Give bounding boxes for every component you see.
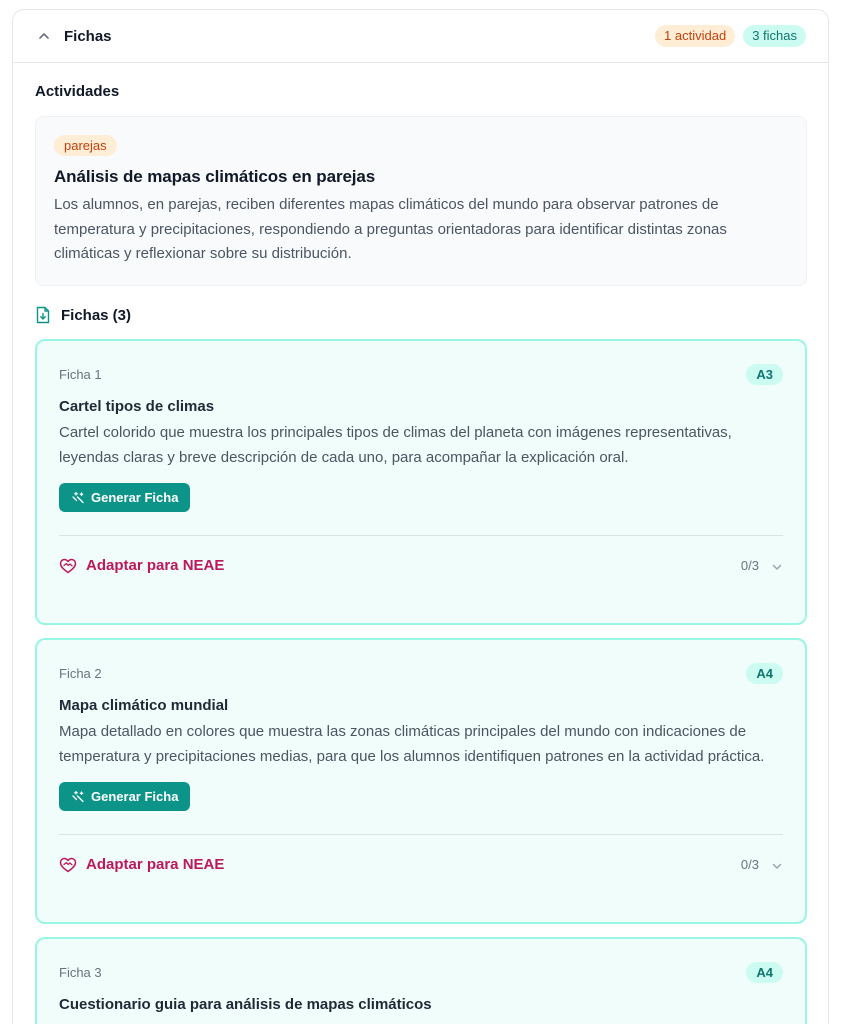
panel-header[interactable]: Fichas 1 actividad 3 fichas (13, 10, 828, 63)
fichas-heading-label: Fichas (3) (61, 306, 132, 324)
ficha-description: Cartel colorido que muestra los principa… (59, 424, 732, 466)
ficha-size-badge: A4 (746, 961, 783, 983)
adapt-neae-label: Adaptar para NEAE (86, 856, 225, 873)
adapt-neae-toggle[interactable]: Adaptar para NEAE 0/3 (59, 536, 783, 595)
activities-count-badge: 1 actividad (655, 25, 736, 47)
generate-ficha-button[interactable]: Generar Ficha (59, 782, 191, 811)
document-download-icon (35, 306, 51, 324)
ficha-title: Cartel tipos de climas (59, 398, 215, 415)
ficha-card: Ficha 3 A4 Cuestionario guia para anális… (35, 937, 807, 1024)
generate-ficha-label: Generar Ficha (91, 490, 179, 505)
divider (59, 535, 783, 536)
ficha-card: Ficha 2 A4 Mapa climático mundial Mapa d… (35, 638, 807, 924)
chevron-up-icon[interactable] (37, 29, 51, 43)
neae-count: 0/3 (740, 558, 759, 573)
heart-handshake-icon (59, 558, 77, 574)
ficha-size-badge: A3 (746, 363, 783, 385)
fichas-panel: Fichas 1 actividad 3 fichas Actividades … (12, 9, 829, 1024)
generate-ficha-button[interactable]: Generar Ficha (59, 483, 191, 512)
sparkles-icon (71, 491, 85, 505)
panel-title: Fichas (64, 27, 112, 45)
fichas-heading: Fichas (3) (35, 306, 131, 324)
ficha-description: Mapa detallado en colores que muestra la… (59, 723, 765, 765)
sparkles-icon (71, 790, 85, 804)
ficha-title: Mapa climático mundial (59, 697, 229, 714)
ficha-number: Ficha 2 (59, 665, 102, 681)
activity-type-tag: parejas (54, 135, 117, 156)
ficha-number: Ficha 1 (59, 366, 102, 382)
adapt-neae-label: Adaptar para NEAE (86, 557, 225, 574)
heart-handshake-icon (59, 857, 77, 873)
activities-section-title: Actividades (35, 83, 120, 100)
activity-description: Los alumnos, en parejas, reciben diferen… (54, 196, 727, 262)
adapt-neae-toggle[interactable]: Adaptar para NEAE 0/3 (59, 835, 783, 894)
neae-count: 0/3 (740, 857, 759, 872)
chevron-down-icon[interactable] (771, 859, 783, 871)
divider (59, 834, 783, 835)
generate-ficha-label: Generar Ficha (91, 789, 179, 804)
ficha-card: Ficha 1 A3 Cartel tipos de climas Cartel… (35, 339, 807, 625)
ficha-number: Ficha 3 (59, 964, 102, 980)
activity-card: parejas Análisis de mapas climáticos en … (35, 116, 807, 286)
header-badges: 1 actividad 3 fichas (655, 25, 806, 47)
ficha-title: Cuestionario guia para análisis de mapas… (59, 996, 432, 1013)
fichas-count-badge: 3 fichas (743, 25, 806, 47)
ficha-size-badge: A4 (746, 662, 783, 684)
chevron-down-icon[interactable] (771, 560, 783, 572)
activity-title: Análisis de mapas climáticos en parejas (54, 167, 376, 186)
